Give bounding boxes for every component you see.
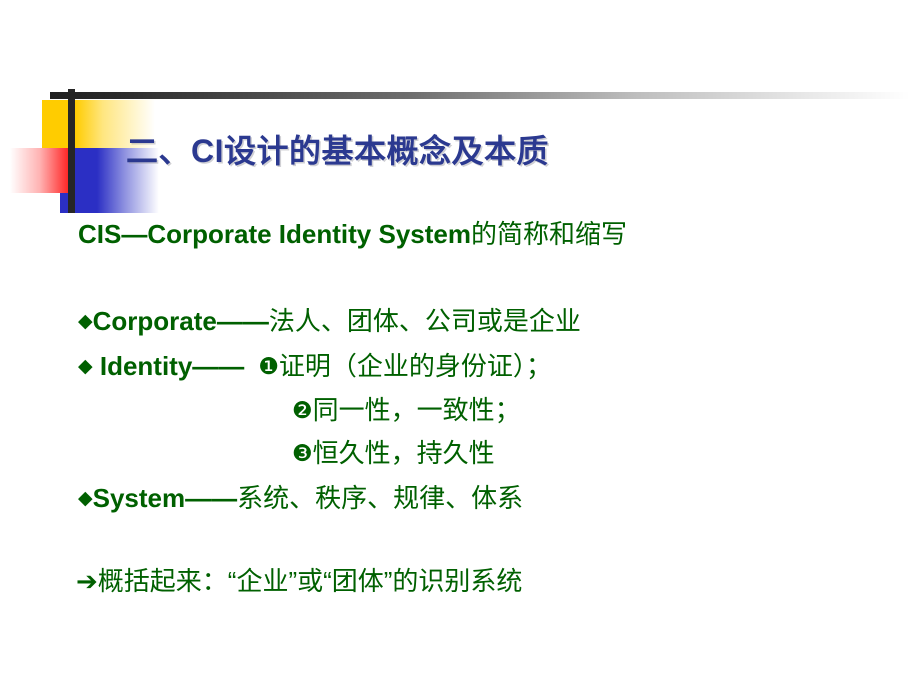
sub-item-two: ❷同一性，一致性； <box>292 390 521 427</box>
slide-body: CIS—Corporate Identity System的简称和缩写 ◆Cor… <box>0 0 920 690</box>
numbered-marker-one-icon: ❶ <box>258 354 279 380</box>
sub-item-three-text: 恒久性，持久性 <box>312 438 495 468</box>
bullet-system-text: 系统、秩序、规律、体系 <box>237 483 524 513</box>
slide-canvas: 二、CI设计的基本概念及本质 CIS—Corporate Identity Sy… <box>0 0 920 690</box>
diamond-bullet-icon: ◆ <box>78 355 93 377</box>
numbered-marker-three-icon: ❸ <box>292 441 313 467</box>
bullet-identity-term: Identity <box>92 351 193 381</box>
conclusion-line: ➔概括起来：“企业”或“团体”的识别系统 <box>76 561 522 598</box>
conclusion-text: 概括起来：“企业”或“团体”的识别系统 <box>97 566 523 596</box>
diamond-bullet-icon: ◆ <box>78 487 93 509</box>
bullet-identity-dash: —— <box>192 351 245 381</box>
bullet-system-term: System <box>92 483 186 513</box>
bullet-system-dash: —— <box>185 483 238 513</box>
bullet-corporate-text: 法人、团体、公司或是企业 <box>268 306 581 336</box>
lead-line-chinese: 的简称和缩写 <box>470 219 627 249</box>
bullet-corporate-term: Corporate <box>92 306 217 336</box>
bullet-corporate-dash: —— <box>216 306 269 336</box>
bullet-identity-text: 证明（企业的身份证）； <box>278 351 552 381</box>
bullet-system: ◆System——系统、秩序、规律、体系 <box>78 478 523 515</box>
bullet-corporate: ◆Corporate——法人、团体、公司或是企业 <box>78 301 581 338</box>
sub-item-three: ❸恒久性，持久性 <box>292 433 495 470</box>
numbered-marker-two-icon: ❷ <box>292 398 313 424</box>
lead-line-english: CIS—Corporate Identity System <box>78 219 471 249</box>
sub-item-two-text: 同一性，一致性； <box>312 395 521 425</box>
lead-line: CIS—Corporate Identity System的简称和缩写 <box>78 214 627 251</box>
arrow-right-icon: ➔ <box>76 567 98 597</box>
bullet-identity: ◆ Identity—— ❶证明（企业的身份证）； <box>78 346 552 383</box>
diamond-bullet-icon: ◆ <box>78 310 93 332</box>
